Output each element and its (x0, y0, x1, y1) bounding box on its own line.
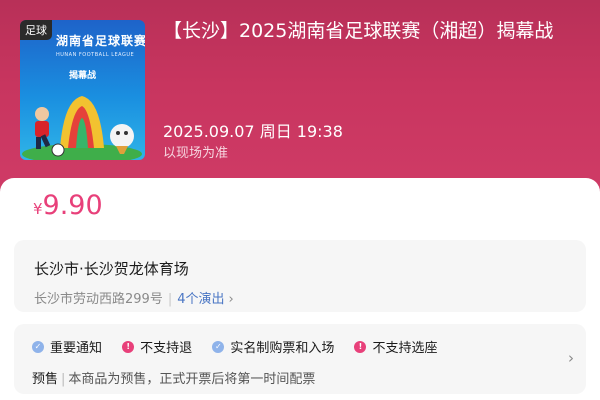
alert-icon: ! (354, 340, 367, 353)
venue-shows-link[interactable]: 4个演出 (177, 292, 224, 307)
venue-name: 长沙市·长沙贺龙体育场 (34, 260, 189, 278)
venue-section[interactable]: 长沙市·长沙贺龙体育场 长沙市劳动西路299号 | 4个演出 › (14, 240, 586, 312)
tag-label: 不支持选座 (372, 341, 438, 356)
tag-label: 重要通知 (50, 341, 103, 356)
chevron-right-icon: › (568, 349, 574, 367)
notice-tag: ✓ 实名制购票和入场 (212, 337, 334, 356)
event-title: 【长沙】2025湖南省足球联赛（湘超）揭幕战 (163, 20, 554, 42)
poster-title: 湖南省足球联赛 (56, 34, 145, 48)
tag-label: 实名制购票和入场 (230, 341, 335, 356)
alert-icon: ! (122, 340, 135, 353)
price: ¥9.90 (33, 190, 103, 221)
check-icon: ✓ (32, 340, 44, 353)
ticket-detail-card: ¥9.90 长沙市·长沙贺龙体育场 长沙市劳动西路299号 | 4个演出 › ✓ 重要通… (0, 178, 600, 400)
notice-section[interactable]: ✓ 重要通知 ! 不支持退 ✓ 实名制购票和入场 ! 不支持选座 › 预售 | 本商品为预售… (14, 324, 586, 394)
check-icon: ✓ (212, 340, 225, 353)
price-currency: ¥ (33, 200, 43, 218)
notice-tag: ✓ 重要通知 (32, 337, 102, 356)
notice-tag: ! 不支持选座 (354, 337, 437, 356)
presale-notice: 预售 | 本商品为预售，正式开票后将第一时间配票 (32, 368, 315, 387)
venue-address-row: 长沙市劳动西路299号 | 4个演出 › (34, 288, 234, 307)
tag-label: 不支持退 (140, 341, 193, 356)
divider: | (61, 372, 66, 387)
chevron-right-icon: › (228, 292, 234, 307)
notice-tags: ✓ 重要通知 ! 不支持退 ✓ 实名制购票和入场 ! 不支持选座 (32, 337, 552, 357)
event-header: 足球 湖南省足球联赛 HUNAN FOOTBALL LEAGUE 揭幕战 【长沙… (0, 0, 600, 190)
presale-label: 预售 (32, 372, 59, 387)
notice-tag: ! 不支持退 (122, 337, 192, 356)
category-tag: 足球 (20, 20, 52, 40)
poster-subtitle: HUNAN FOOTBALL LEAGUE (56, 52, 135, 58)
event-poster[interactable]: 足球 湖南省足球联赛 HUNAN FOOTBALL LEAGUE 揭幕战 (20, 20, 145, 160)
price-value: 9.90 (42, 190, 103, 221)
soccer-mascot-illustration (22, 96, 142, 160)
event-datetime: 2025.09.07 周日 19:38 (163, 122, 343, 141)
divider: | (167, 292, 173, 307)
presale-text: 本商品为预售，正式开票后将第一时间配票 (68, 372, 316, 387)
venue-address: 长沙市劳动西路299号 (34, 292, 163, 307)
time-note: 以现场为准 (163, 146, 229, 161)
